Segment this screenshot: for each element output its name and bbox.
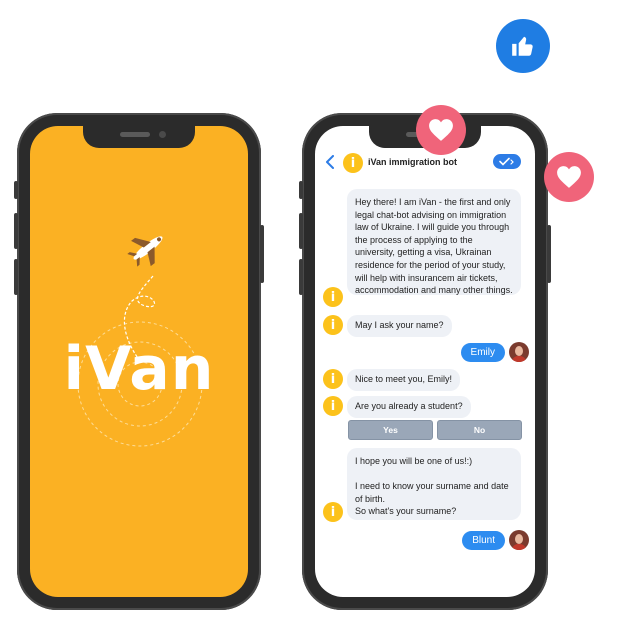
heart-icon xyxy=(557,166,581,188)
bot-avatar: i xyxy=(323,396,343,416)
chevron-left-icon xyxy=(326,155,334,169)
message-text: May I ask your name? xyxy=(355,320,444,330)
heart-reaction xyxy=(416,105,466,155)
volume-down-button xyxy=(299,259,303,295)
status-button[interactable] xyxy=(493,154,521,169)
message-text: Are you already a student? xyxy=(355,401,463,411)
splash-screen: iVan xyxy=(30,126,248,597)
bot-avatar: i xyxy=(323,287,343,307)
heart-reaction xyxy=(544,152,594,202)
user-avatar xyxy=(509,530,529,550)
chat-screen: i iVan immigration bot Hey there! I am i… xyxy=(315,126,535,597)
avatar-body xyxy=(512,544,526,550)
power-button xyxy=(547,225,551,283)
bot-avatar: i xyxy=(323,369,343,389)
power-button xyxy=(260,225,264,283)
heart-icon xyxy=(429,119,453,141)
user-message: Emily xyxy=(460,343,505,362)
check-icon xyxy=(499,157,514,166)
like-reaction xyxy=(496,19,550,73)
user-avatar xyxy=(509,342,529,362)
volume-up-button xyxy=(14,213,18,249)
quick-reply-no[interactable]: No xyxy=(437,420,522,440)
message-text: Hey there! I am iVan - the first and onl… xyxy=(355,197,513,296)
bot-avatar: i xyxy=(323,315,343,335)
bot-avatar: i xyxy=(323,502,343,522)
chat-header: i iVan immigration bot xyxy=(315,150,535,180)
avatar-body xyxy=(512,356,526,362)
message-text: Emily xyxy=(470,347,495,358)
message-text: Blunt xyxy=(472,535,495,546)
notch xyxy=(83,126,195,148)
message-text: Nice to meet you, Emily! xyxy=(355,374,453,384)
bot-message: Are you already a student? xyxy=(347,396,471,418)
mute-switch xyxy=(14,181,18,199)
app-logo-text: iVan xyxy=(63,334,215,404)
bot-message: I hope you will be one of us!:) I need t… xyxy=(347,448,521,520)
mute-switch xyxy=(299,181,303,199)
back-button[interactable] xyxy=(325,155,335,173)
front-camera xyxy=(159,131,166,138)
message-text: I hope you will be one of us!:) I need t… xyxy=(355,456,509,517)
avatar-face xyxy=(515,534,523,544)
phone-splash: iVan xyxy=(14,113,264,610)
bot-avatar: i xyxy=(343,153,363,173)
bot-message: Nice to meet you, Emily! xyxy=(347,369,461,391)
thumbs-up-icon xyxy=(512,36,533,56)
bot-name: iVan immigration bot xyxy=(368,157,458,167)
speaker xyxy=(120,132,150,137)
bot-message: Hey there! I am iVan - the first and onl… xyxy=(347,189,521,295)
quick-reply-yes[interactable]: Yes xyxy=(348,420,433,440)
volume-up-button xyxy=(299,213,303,249)
avatar-face xyxy=(515,346,523,356)
user-message: Blunt xyxy=(462,531,505,550)
airplane-icon xyxy=(127,236,163,267)
volume-down-button xyxy=(14,259,18,295)
bot-message: May I ask your name? xyxy=(347,315,452,337)
phone-chat: i iVan immigration bot Hey there! I am i… xyxy=(299,113,551,610)
